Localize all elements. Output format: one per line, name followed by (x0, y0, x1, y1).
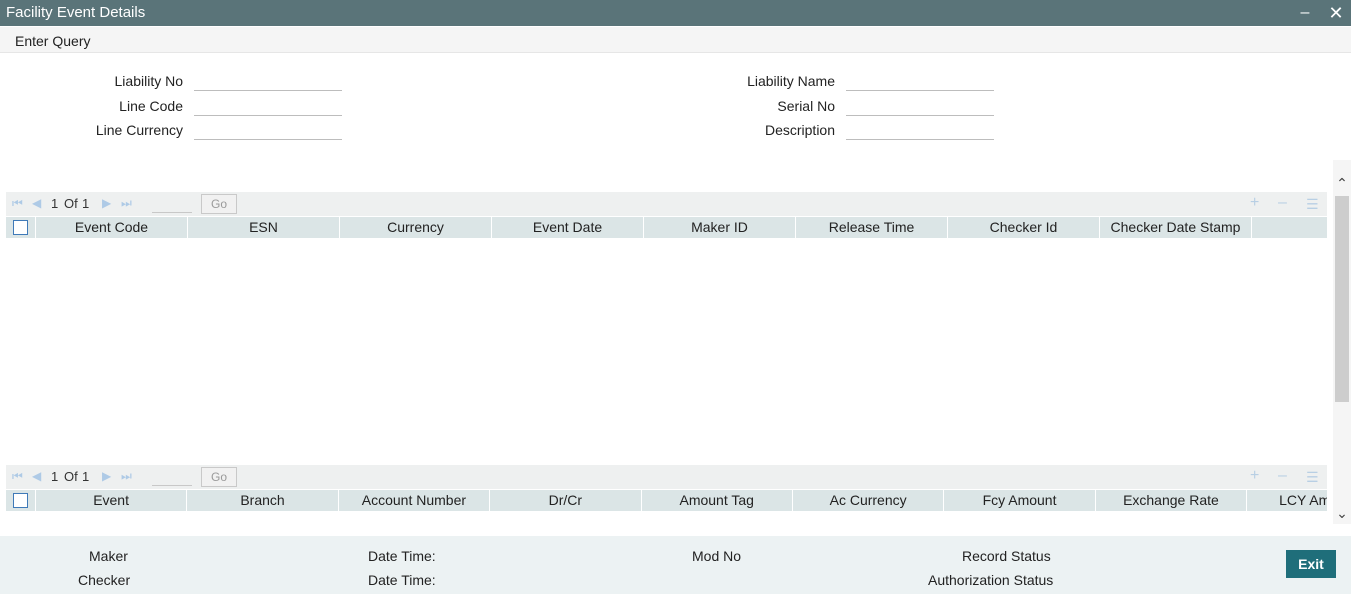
column-header[interactable]: Event Date (492, 217, 644, 238)
last-page-icon[interactable]: ⏭ (121, 196, 132, 211)
list-settings-icon[interactable]: ☰ (1306, 469, 1319, 486)
column-header[interactable]: Dr/Cr (490, 490, 642, 511)
prev-page-icon[interactable]: ◀ (32, 196, 41, 210)
minus-icon[interactable]: – (1278, 467, 1287, 485)
serial-no-input[interactable] (846, 94, 994, 116)
liability-name-label: Liability Name (747, 73, 835, 89)
liability-name-input[interactable] (846, 69, 994, 91)
column-header[interactable]: Checker Id (948, 217, 1100, 238)
column-header[interactable]: Exchange Rate (1096, 490, 1248, 511)
column-header[interactable]: Branch (187, 490, 339, 511)
events-grid-toolbar: ⏮ ◀ 1 Of 1 ▶ ⏭ Go + – ☰ (6, 192, 1327, 216)
page-of-label: Of (64, 469, 78, 484)
go-button[interactable]: Go (201, 467, 237, 487)
checker-label: Checker (78, 572, 131, 588)
accounting-grid-toolbar: ⏮ ◀ 1 Of 1 ▶ ⏭ Go + – ☰ (6, 465, 1327, 489)
plus-icon[interactable]: + (1250, 467, 1259, 485)
menu-bar: Enter Query (0, 27, 1351, 53)
plus-icon[interactable]: + (1250, 194, 1259, 212)
events-grid: ⏮ ◀ 1 Of 1 ▶ ⏭ Go + – ☰ Event Code ESN C… (6, 192, 1327, 462)
scroll-up-icon[interactable]: ⌃ (1334, 176, 1350, 190)
page-current: 1 (51, 469, 59, 484)
list-settings-icon[interactable]: ☰ (1306, 196, 1319, 213)
description-label: Description (764, 122, 835, 138)
serial-no-label: Serial No (777, 98, 835, 114)
line-code-label: Line Code (119, 98, 183, 114)
page-of-label: Of (64, 196, 78, 211)
audit-footer: Maker Checker Date Time: Date Time: Mod … (0, 536, 1351, 594)
page-number-input[interactable] (152, 196, 192, 213)
next-page-icon[interactable]: ▶ (102, 196, 111, 210)
accounting-grid-header: Event Branch Account Number Dr/Cr Amount… (6, 490, 1327, 511)
page-current: 1 (51, 196, 59, 211)
close-icon[interactable]: ✕ (1326, 3, 1346, 23)
record-status-label: Record Status (962, 548, 1051, 564)
column-header[interactable]: Currency (340, 217, 492, 238)
column-header[interactable]: LCY Am (1247, 490, 1327, 511)
window-titlebar: Facility Event Details – ✕ (0, 0, 1351, 26)
column-header[interactable]: Release Time (796, 217, 948, 238)
page-total: 1 (82, 196, 90, 211)
scroll-down-icon[interactable]: ⌄ (1334, 506, 1350, 520)
liability-no-input[interactable] (194, 69, 342, 91)
maker-label: Maker (89, 548, 128, 564)
column-header[interactable]: Ac Currency (793, 490, 945, 511)
checker-date-time-label: Date Time: (368, 572, 436, 588)
page-number-input[interactable] (152, 469, 192, 486)
maker-date-time-label: Date Time: (368, 548, 436, 564)
column-header[interactable]: Maker ID (644, 217, 796, 238)
prev-page-icon[interactable]: ◀ (32, 469, 41, 483)
line-currency-label: Line Currency (95, 122, 183, 138)
minimize-icon[interactable]: – (1295, 3, 1315, 23)
page-total: 1 (82, 469, 90, 484)
column-header[interactable]: Event (36, 490, 188, 511)
select-all-cell (6, 490, 36, 511)
column-header[interactable]: Checker Date Stamp (1100, 217, 1252, 238)
column-header[interactable]: Fcy Amount (944, 490, 1096, 511)
events-grid-header: Event Code ESN Currency Event Date Maker… (6, 217, 1327, 238)
scrollbar-thumb[interactable] (1335, 196, 1349, 402)
mod-no-label: Mod No (692, 548, 742, 564)
line-code-input[interactable] (194, 94, 342, 116)
select-all-checkbox[interactable] (13, 493, 28, 508)
description-input[interactable] (846, 118, 994, 140)
first-page-icon[interactable]: ⏮ (12, 469, 23, 484)
column-header[interactable]: Account Number (339, 490, 491, 511)
liability-no-label: Liability No (114, 73, 183, 89)
column-header[interactable]: Event Code (36, 217, 188, 238)
go-button[interactable]: Go (201, 194, 237, 214)
next-page-icon[interactable]: ▶ (102, 469, 111, 483)
accounting-grid: ⏮ ◀ 1 Of 1 ▶ ⏭ Go + – ☰ Event Branch Acc… (6, 465, 1327, 525)
vertical-scrollbar[interactable]: ⌃ ⌄ (1333, 160, 1351, 524)
select-all-cell (6, 217, 36, 238)
last-page-icon[interactable]: ⏭ (121, 469, 132, 484)
column-header[interactable]: Amount Tag (642, 490, 793, 511)
column-header[interactable]: ESN (188, 217, 340, 238)
enter-query-menu[interactable]: Enter Query (15, 33, 90, 49)
authorization-status-label: Authorization Status (928, 572, 1054, 588)
minus-icon[interactable]: – (1278, 194, 1287, 212)
first-page-icon[interactable]: ⏮ (12, 196, 23, 211)
exit-button[interactable]: Exit (1286, 550, 1336, 578)
select-all-checkbox[interactable] (13, 220, 28, 235)
line-currency-input[interactable] (194, 118, 342, 140)
window-title: Facility Event Details (6, 4, 146, 21)
